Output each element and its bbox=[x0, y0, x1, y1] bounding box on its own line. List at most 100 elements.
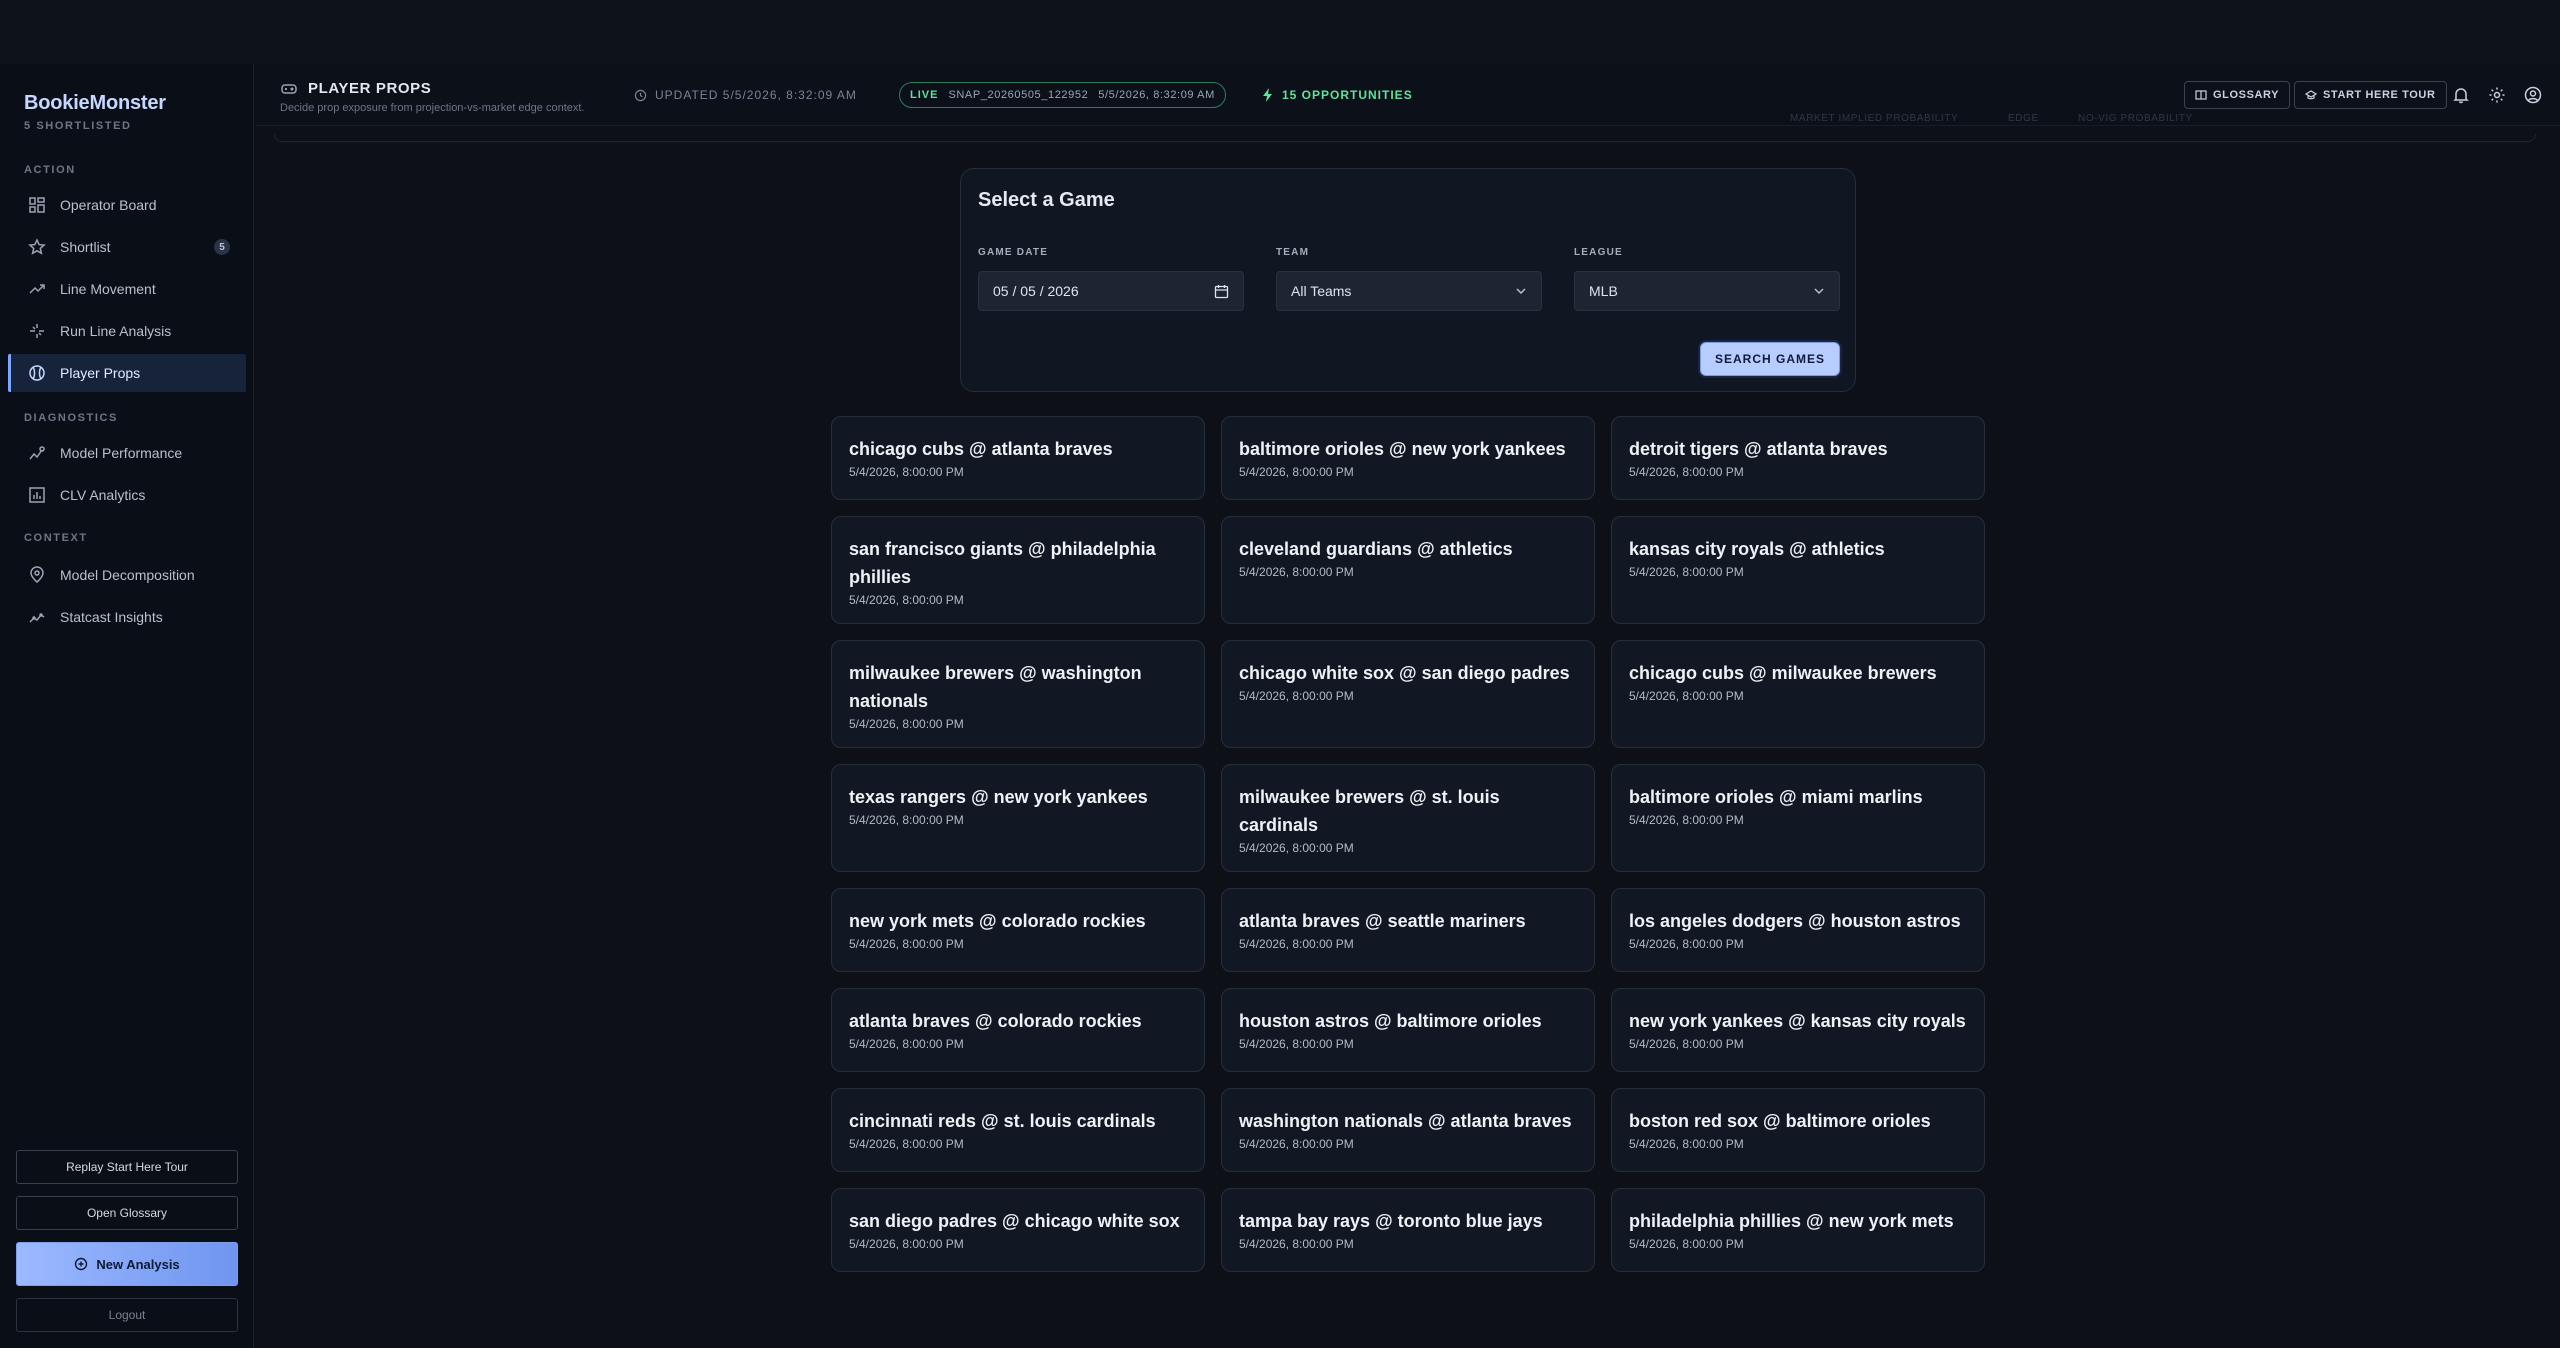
game-title: boston red sox @ baltimore orioles bbox=[1629, 1111, 1931, 1131]
sidebar-item-model-performance[interactable]: Model Performance bbox=[8, 434, 246, 472]
game-card[interactable]: atlanta braves @ seattle mariners 5/4/202… bbox=[1221, 888, 1595, 972]
sidebar-item-line-movement[interactable]: Line Movement bbox=[8, 270, 246, 308]
plus-circle-icon bbox=[75, 1257, 88, 1271]
game-card[interactable]: cincinnati reds @ st. louis cardinals 5/4… bbox=[831, 1088, 1205, 1172]
live-label: LIVE bbox=[910, 89, 939, 101]
game-time: 5/4/2026, 8:00:00 PM bbox=[1629, 1237, 1744, 1251]
panel-title: Select a Game bbox=[978, 189, 1115, 211]
start-tour-button[interactable]: START HERE TOUR bbox=[2294, 81, 2447, 109]
game-card[interactable]: tampa bay rays @ toronto blue jays 5/4/20… bbox=[1221, 1188, 1595, 1272]
ghost-chip-market-implied: MARKET IMPLIED PROBABILITY bbox=[1790, 113, 1959, 124]
brand-name[interactable]: BookieMonster bbox=[24, 92, 166, 115]
open-glossary-button[interactable]: Open Glossary bbox=[16, 1196, 238, 1230]
game-card[interactable]: baltimore orioles @ miami marlins 5/4/202… bbox=[1611, 764, 1985, 872]
opportunities-count[interactable]: 15 OPPORTUNITIES bbox=[1262, 88, 1413, 102]
game-time: 5/4/2026, 8:00:00 PM bbox=[1239, 937, 1354, 951]
sidebar-item-label: Model Performance bbox=[60, 445, 183, 461]
new-analysis-button[interactable]: New Analysis bbox=[16, 1242, 238, 1286]
sidebar-item-clv-analytics[interactable]: CLV Analytics bbox=[8, 476, 246, 514]
performance-icon bbox=[29, 446, 45, 460]
decomposition-icon bbox=[30, 566, 44, 583]
start-tour-label: START HERE TOUR bbox=[2323, 89, 2436, 101]
chevron-down-icon bbox=[1516, 288, 1526, 295]
lightning-icon bbox=[1263, 88, 1272, 102]
game-time: 5/4/2026, 8:00:00 PM bbox=[1239, 841, 1354, 855]
replay-tour-button[interactable]: Replay Start Here Tour bbox=[16, 1150, 238, 1184]
game-title: chicago white sox @ san diego padres bbox=[1239, 663, 1570, 683]
game-title: baltimore orioles @ miami marlins bbox=[1629, 787, 1923, 807]
game-title: new york mets @ colorado rockies bbox=[849, 911, 1146, 931]
game-time: 5/4/2026, 8:00:00 PM bbox=[1239, 1237, 1354, 1251]
game-card[interactable]: new york yankees @ kansas city royals 5/4… bbox=[1611, 988, 1985, 1072]
team-value: All Teams bbox=[1291, 283, 1352, 299]
search-games-button[interactable]: SEARCH GAMES bbox=[1700, 342, 1840, 376]
sidebar-item-player-props[interactable]: Player Props bbox=[8, 354, 246, 392]
game-time: 5/4/2026, 8:00:00 PM bbox=[849, 593, 964, 607]
game-card[interactable]: milwaukee brewers @ washington nationals… bbox=[831, 640, 1205, 748]
game-card[interactable]: boston red sox @ baltimore orioles 5/4/20… bbox=[1611, 1088, 1985, 1172]
game-title: milwaukee brewers @ st. louis cardinals bbox=[1239, 787, 1500, 835]
sidebar-item-run-line-analysis[interactable]: Run Line Analysis bbox=[8, 312, 246, 350]
sidebar-item-label: Statcast Insights bbox=[60, 609, 163, 625]
glossary-button[interactable]: GLOSSARY bbox=[2184, 81, 2291, 109]
game-card[interactable]: los angeles dodgers @ houston astros 5/4/… bbox=[1611, 888, 1985, 972]
game-card[interactable]: atlanta braves @ colorado rockies 5/4/202… bbox=[831, 988, 1205, 1072]
ghost-chip-no-vig: NO-VIG PROBABILITY bbox=[2078, 113, 2193, 124]
game-card[interactable]: cleveland guardians @ athletics 5/4/2026,… bbox=[1221, 516, 1595, 624]
game-title: atlanta braves @ seattle mariners bbox=[1239, 911, 1526, 931]
new-analysis-label: New Analysis bbox=[96, 1256, 180, 1272]
game-date-input[interactable]: 05 / 05 / 2026 bbox=[978, 271, 1244, 311]
game-card[interactable]: houston astros @ baltimore orioles 5/4/20… bbox=[1221, 988, 1595, 1072]
section-label-action: ACTION bbox=[24, 164, 76, 176]
game-card[interactable]: kansas city royals @ athletics 5/4/2026, … bbox=[1611, 516, 1985, 624]
sidebar-item-operator-board[interactable]: Operator Board bbox=[8, 186, 246, 224]
game-time: 5/4/2026, 8:00:00 PM bbox=[849, 1237, 964, 1251]
game-title: milwaukee brewers @ washington nationals bbox=[849, 663, 1142, 711]
game-title: texas rangers @ new york yankees bbox=[849, 787, 1148, 807]
game-card[interactable]: baltimore orioles @ new york yankees 5/4/… bbox=[1221, 416, 1595, 500]
game-time: 5/4/2026, 8:00:00 PM bbox=[849, 813, 964, 827]
team-select[interactable]: All Teams bbox=[1276, 271, 1542, 311]
game-card[interactable]: milwaukee brewers @ st. louis cardinals 5… bbox=[1221, 764, 1595, 872]
page-header: PLAYER PROPS Decide prop exposure from p… bbox=[256, 64, 2560, 142]
game-time: 5/4/2026, 8:00:00 PM bbox=[1239, 1137, 1354, 1151]
game-time: 5/4/2026, 8:00:00 PM bbox=[1629, 813, 1744, 827]
game-title: cincinnati reds @ st. louis cardinals bbox=[849, 1111, 1156, 1131]
sidebar-item-model-decomposition[interactable]: Model Decomposition bbox=[8, 556, 246, 594]
bell-icon[interactable] bbox=[2452, 86, 2470, 104]
sidebar-item-label: CLV Analytics bbox=[60, 487, 146, 503]
game-title: san diego padres @ chicago white sox bbox=[849, 1211, 1180, 1231]
games-grid: chicago cubs @ atlanta braves 5/4/2026, 8… bbox=[831, 416, 1985, 1284]
updated-timestamp: UPDATED 5/5/2026, 8:32:09 AM bbox=[634, 88, 857, 102]
logout-button[interactable]: Logout bbox=[16, 1298, 238, 1332]
top-bar bbox=[0, 0, 2560, 64]
game-title: houston astros @ baltimore orioles bbox=[1239, 1011, 1542, 1031]
game-title: cleveland guardians @ athletics bbox=[1239, 539, 1513, 559]
game-title: baltimore orioles @ new york yankees bbox=[1239, 439, 1566, 459]
game-time: 5/4/2026, 8:00:00 PM bbox=[849, 1137, 964, 1151]
league-select[interactable]: MLB bbox=[1574, 271, 1840, 311]
user-avatar-icon[interactable] bbox=[2524, 86, 2542, 104]
game-card[interactable]: chicago cubs @ atlanta braves 5/4/2026, 8… bbox=[831, 416, 1205, 500]
game-card[interactable]: chicago white sox @ san diego padres 5/4/… bbox=[1221, 640, 1595, 748]
page-title: PLAYER PROPS bbox=[308, 80, 432, 97]
gear-icon[interactable] bbox=[2488, 86, 2506, 104]
team-label: TEAM bbox=[1276, 247, 1310, 258]
game-card[interactable]: philadelphia phillies @ new york mets 5/4… bbox=[1611, 1188, 1985, 1272]
opportunities-text: 15 OPPORTUNITIES bbox=[1282, 88, 1413, 102]
game-card[interactable]: washington nationals @ atlanta braves 5/4… bbox=[1221, 1088, 1595, 1172]
game-card[interactable]: texas rangers @ new york yankees 5/4/2026… bbox=[831, 764, 1205, 872]
game-card[interactable]: new york mets @ colorado rockies 5/4/2026… bbox=[831, 888, 1205, 972]
game-time: 5/4/2026, 8:00:00 PM bbox=[1239, 689, 1354, 703]
game-card[interactable]: san francisco giants @ philadelphia phil… bbox=[831, 516, 1205, 624]
game-card[interactable]: chicago cubs @ milwaukee brewers 5/4/2026… bbox=[1611, 640, 1985, 748]
sidebar-item-shortlist[interactable]: Shortlist 5 bbox=[8, 228, 246, 266]
game-card[interactable]: detroit tigers @ atlanta braves 5/4/2026,… bbox=[1611, 416, 1985, 500]
game-title: new york yankees @ kansas city royals bbox=[1629, 1011, 1966, 1031]
game-time: 5/4/2026, 8:00:00 PM bbox=[1629, 1137, 1744, 1151]
sidebar-item-statcast-insights[interactable]: Statcast Insights bbox=[8, 598, 246, 636]
calendar-icon[interactable] bbox=[1214, 284, 1229, 299]
clock-icon bbox=[634, 89, 647, 101]
game-card[interactable]: san diego padres @ chicago white sox 5/4/… bbox=[831, 1188, 1205, 1272]
game-time: 5/4/2026, 8:00:00 PM bbox=[1239, 565, 1354, 579]
